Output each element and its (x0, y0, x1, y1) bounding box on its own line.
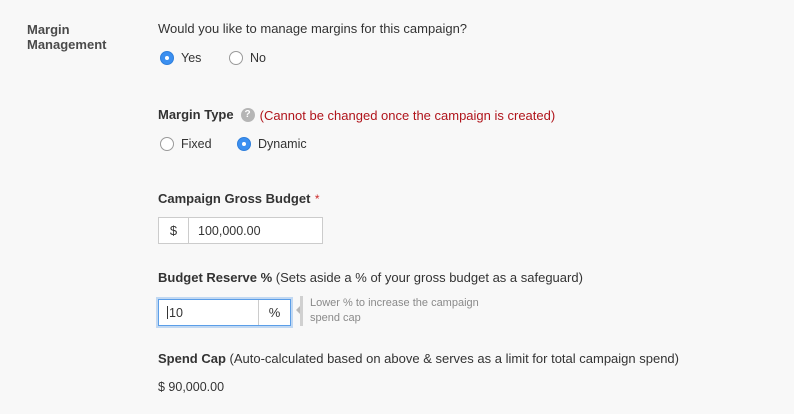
hint-line-2: spend cap (310, 312, 361, 324)
radio-yes[interactable] (160, 51, 174, 65)
radio-option-yes[interactable]: Yes (160, 51, 201, 65)
hint-bar (300, 296, 303, 326)
radio-fixed[interactable] (160, 137, 174, 151)
manage-margins-question: Would you like to manage margins for thi… (158, 21, 468, 36)
text-cursor (167, 306, 168, 319)
radio-dynamic-label: Dynamic (258, 137, 307, 151)
currency-prefix: $ (159, 218, 189, 243)
budget-reserve-description: (Sets aside a % of your gross budget as … (275, 270, 583, 285)
radio-dynamic[interactable] (237, 137, 251, 151)
spend-cap-value: $ 90,000.00 (158, 380, 225, 394)
radio-option-fixed[interactable]: Fixed (160, 137, 212, 151)
gross-budget-heading: Campaign Gross Budget * (158, 190, 320, 208)
spend-cap-label: Spend Cap (158, 351, 226, 366)
radio-option-dynamic[interactable]: Dynamic (237, 137, 307, 151)
gross-budget-input-group: $ 100,000.00 (158, 217, 323, 244)
budget-reserve-hint: Lower % to increase the campaign spend c… (310, 296, 510, 326)
radio-yes-label: Yes (181, 51, 202, 65)
budget-reserve-input-group: 10 % (158, 299, 291, 326)
margin-type-row: Margin Type ? (Cannot be changed once th… (158, 107, 555, 123)
budget-reserve-input[interactable]: 10 (159, 300, 258, 325)
question-icon[interactable]: ? (240, 108, 255, 122)
section-title: Margin Management (27, 22, 107, 52)
radio-no-label: No (250, 51, 266, 65)
gross-budget-input[interactable]: 100,000.00 (189, 218, 322, 243)
gross-budget-label: Campaign Gross Budget (158, 191, 311, 206)
required-marker: * (314, 192, 320, 206)
margin-type-warning: (Cannot be changed once the campaign is … (259, 107, 556, 123)
radio-fixed-label: Fixed (181, 137, 212, 151)
spend-cap-description: (Auto-calculated based on above & serves… (229, 351, 679, 366)
percent-suffix: % (258, 300, 290, 325)
margin-type-label: Margin Type (158, 107, 234, 122)
hint-line-1: Lower % to increase the campaign (310, 297, 479, 309)
budget-reserve-value: 10 (169, 305, 183, 320)
radio-option-no[interactable]: No (229, 51, 266, 65)
budget-reserve-heading: Budget Reserve % (Sets aside a % of your… (158, 270, 583, 286)
radio-no[interactable] (229, 51, 243, 65)
spend-cap-heading: Spend Cap (Auto-calculated based on abov… (158, 351, 679, 367)
budget-reserve-label: Budget Reserve % (158, 270, 273, 285)
